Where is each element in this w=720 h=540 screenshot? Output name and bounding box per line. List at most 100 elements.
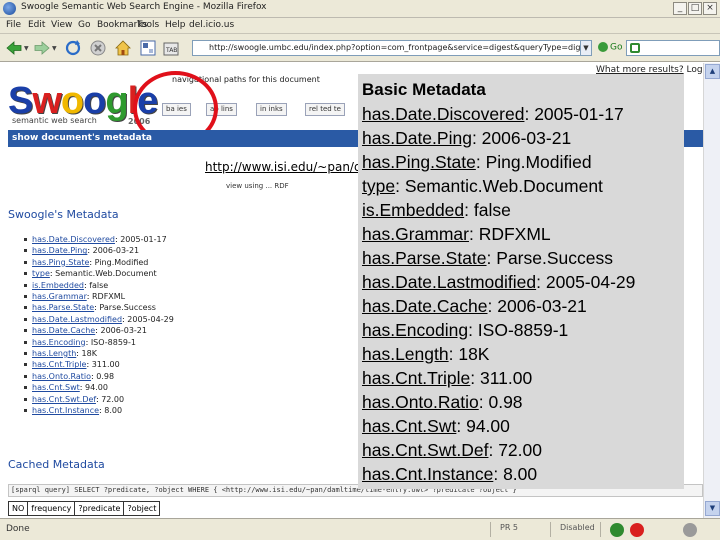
reload-icon[interactable] xyxy=(64,39,82,57)
metadata-key[interactable]: has.Encoding xyxy=(32,338,86,347)
overlay-row: has.Cnt.Swt.Def: 72.00 xyxy=(362,440,542,460)
overlay-key[interactable]: has.Date.Ping xyxy=(362,128,472,148)
go-button[interactable]: Go xyxy=(598,42,622,53)
tab-icon[interactable]: TAB xyxy=(162,39,180,57)
scroll-up-icon[interactable]: ▲ xyxy=(705,64,720,79)
metadata-key[interactable]: has.Cnt.Instance xyxy=(32,406,99,415)
menu-view[interactable]: View xyxy=(51,20,72,30)
swoogle-metadata-title: Swoogle's Metadata xyxy=(8,208,119,221)
list-item: has.Cnt.Triple: 311.00 xyxy=(24,359,120,370)
offline-status: Disabled xyxy=(560,523,595,532)
overlay-key[interactable]: has.Parse.State xyxy=(362,248,487,268)
metadata-key[interactable]: has.Date.Cache xyxy=(32,326,95,335)
metadata-key[interactable]: type xyxy=(32,269,50,278)
overlay-key[interactable]: has.Onto.Ratio xyxy=(362,392,479,412)
list-item: has.Cnt.Swt.Def: 72.00 xyxy=(24,394,124,405)
close-button[interactable]: × xyxy=(703,2,717,15)
metadata-key[interactable]: has.Date.Discovered xyxy=(32,235,115,244)
overlay-key[interactable]: has.Date.Cache xyxy=(362,296,488,316)
metadata-key[interactable]: is.Embedded xyxy=(32,281,84,290)
metadata-key[interactable]: has.Date.Ping xyxy=(32,246,87,255)
metadata-key[interactable]: has.Cnt.Swt.Def xyxy=(32,395,96,404)
metadata-value: 0.98 xyxy=(96,371,115,381)
metadata-key[interactable]: has.Parse.State xyxy=(32,303,94,312)
metadata-key[interactable]: has.Date.Lastmodified xyxy=(32,315,122,324)
window-title: Swoogle Semantic Web Search Engine - Moz… xyxy=(21,2,267,12)
bookmark-icon[interactable] xyxy=(139,39,157,57)
overlay-key[interactable]: has.Encoding xyxy=(362,320,468,340)
metadata-key[interactable]: has.Length xyxy=(32,349,76,358)
nav-tab-related[interactable]: rel ted te xyxy=(305,103,345,116)
menu-tools[interactable]: Tools xyxy=(137,20,159,30)
metadata-value: Ping.Modified xyxy=(94,257,149,267)
cached-metadata-table: NO frequency ?predicate ?object xyxy=(7,501,161,516)
overlay-key[interactable]: is.Embedded xyxy=(362,200,464,220)
column-header-predicate[interactable]: ?predicate xyxy=(74,501,125,516)
home-icon[interactable] xyxy=(114,39,132,57)
menu-go[interactable]: Go xyxy=(78,20,90,30)
metadata-value: 94.00 xyxy=(85,383,108,393)
overlay-key[interactable]: has.Cnt.Instance xyxy=(362,464,493,484)
back-dropdown-icon[interactable]: ▼ xyxy=(24,45,29,52)
url-dropdown-icon[interactable]: ▼ xyxy=(580,40,592,56)
nav-tab-inlinks[interactable]: in inks xyxy=(256,103,287,116)
metadata-value: 72.00 xyxy=(101,394,125,404)
metadata-key[interactable]: has.Cnt.Triple xyxy=(32,360,86,369)
menu-bar: File Edit View Go Bookmarks Tools Help d… xyxy=(0,18,720,34)
column-header-object[interactable]: ?object xyxy=(123,501,161,516)
stop-icon[interactable] xyxy=(89,39,107,57)
adblock-icon[interactable] xyxy=(630,523,644,537)
list-item: type: Semantic.Web.Document xyxy=(24,268,157,279)
overlay-key[interactable]: type xyxy=(362,176,395,196)
overlay-key[interactable]: has.Length xyxy=(362,344,449,364)
overlay-row: has.Date.Ping: 2006-03-21 xyxy=(362,128,572,148)
overlay-key[interactable]: has.Cnt.Triple xyxy=(362,368,470,388)
status-ok-icon[interactable] xyxy=(610,523,624,537)
status-text: Done xyxy=(6,524,30,534)
status-bar: Done PR 5 Disabled xyxy=(0,518,720,540)
menu-file[interactable]: File xyxy=(6,20,21,30)
overlay-value: 2006-03-21 xyxy=(481,128,572,148)
metadata-key[interactable]: has.Grammar xyxy=(32,292,87,301)
overlay-key[interactable]: has.Date.Lastmodified xyxy=(362,272,536,292)
scroll-down-icon[interactable]: ▼ xyxy=(705,501,720,516)
overlay-key[interactable]: has.Ping.State xyxy=(362,152,476,172)
metadata-value: Parse.Success xyxy=(99,303,156,313)
menu-edit[interactable]: Edit xyxy=(28,20,45,30)
overlay-value: 2005-01-17 xyxy=(534,104,624,124)
vertical-scrollbar[interactable]: ▲ ▼ xyxy=(703,63,720,518)
metadata-key[interactable]: has.Onto.Ratio xyxy=(32,372,91,381)
list-item: has.Length: 18K xyxy=(24,348,97,359)
document-url-text[interactable]: http://www.isi.edu/~pan/dar xyxy=(205,160,374,174)
logo-letter: g xyxy=(105,80,128,122)
column-header-frequency[interactable]: frequency xyxy=(27,501,76,516)
overlay-title: Basic Metadata xyxy=(362,80,486,99)
document-url-link[interactable]: http://www.isi.edu/~pan/dar xyxy=(205,160,374,174)
overlay-row: has.Ping.State: Ping.Modified xyxy=(362,152,592,172)
security-icon[interactable] xyxy=(683,523,697,537)
minimize-button[interactable]: _ xyxy=(673,2,687,15)
view-rdf-button[interactable]: view using ... RDF xyxy=(226,182,289,190)
overlay-key[interactable]: has.Cnt.Swt xyxy=(362,416,456,436)
maximize-button[interactable]: □ xyxy=(688,2,702,15)
metadata-key[interactable]: has.Ping.State xyxy=(32,258,89,267)
overlay-key[interactable]: has.Date.Discovered xyxy=(362,104,524,124)
overlay-value: Ping.Modified xyxy=(485,152,592,172)
menu-delicious[interactable]: del.icio.us xyxy=(189,20,234,30)
title-bar: Swoogle Semantic Web Search Engine - Moz… xyxy=(0,0,720,18)
overlay-key[interactable]: has.Grammar xyxy=(362,224,469,244)
overlay-row: is.Embedded: false xyxy=(362,200,511,220)
back-icon[interactable] xyxy=(5,39,23,57)
list-item: has.Parse.State: Parse.Success xyxy=(24,302,156,313)
pagerank-indicator[interactable]: PR 5 xyxy=(500,523,518,532)
list-item: has.Date.Cache: 2006-03-21 xyxy=(24,325,147,336)
forward-dropdown-icon[interactable]: ▼ xyxy=(52,45,57,52)
search-input[interactable] xyxy=(626,40,720,56)
menu-help[interactable]: Help xyxy=(165,20,186,30)
overlay-key[interactable]: has.Cnt.Swt.Def xyxy=(362,440,488,460)
column-header-no[interactable]: NO xyxy=(7,501,29,516)
url-input[interactable]: http://swoogle.umbc.edu/index.php?option… xyxy=(192,40,590,56)
cached-metadata-title: Cached Metadata xyxy=(8,458,105,471)
metadata-key[interactable]: has.Cnt.Swt xyxy=(32,383,80,392)
forward-icon[interactable] xyxy=(33,39,51,57)
